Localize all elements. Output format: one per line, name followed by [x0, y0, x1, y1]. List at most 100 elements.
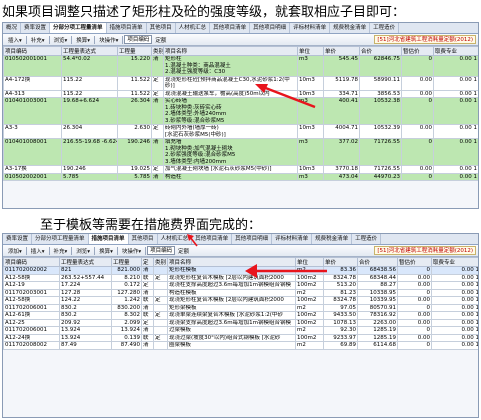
- cell-price: 8324.78: [323, 296, 358, 305]
- cell-fee: 0.00 1: [433, 55, 478, 77]
- table-row[interactable]: 010401008001 216.55-19.68 -6.624 190.246 清填…: [3, 138, 478, 166]
- tab-7[interactable]: 其他项目明细: [250, 23, 291, 33]
- tab-8[interactable]: 评标材料清单: [290, 23, 331, 33]
- column-header[interactable]: 单价: [323, 46, 360, 56]
- column-header[interactable]: 项目编码: [3, 257, 60, 267]
- table-row[interactable]: 011702006001 13.924 13.924 清过梁模板 m2 92.30 1285…: [3, 326, 478, 335]
- column-header[interactable]: 工程量表达式: [61, 46, 118, 56]
- tab-1[interactable]: 分部分项工程量清单: [32, 234, 89, 244]
- column-header[interactable]: 合价: [357, 257, 398, 267]
- table-row[interactable]: A12-25 209.92 2.099 定 现浇梁支撑高度超过3.6m每增加1m钢模组合…: [3, 318, 478, 327]
- tab-3[interactable]: 措施项目清单: [107, 23, 147, 33]
- column-header[interactable]: 暂估价: [397, 257, 432, 267]
- quota-button[interactable]: 定额: [152, 36, 169, 44]
- toolbar-button-1[interactable]: 插入▾: [28, 247, 48, 255]
- column-header[interactable]: 工程量: [111, 257, 142, 267]
- column-header[interactable]: 合价: [359, 46, 402, 56]
- cell-line: 3.墙体类型:内墙200mm: [165, 158, 227, 165]
- cell-price: 513.20: [323, 281, 358, 290]
- boq-panel: 概况 费率设置 分部分项工程量清单 措施项目清单 其他项目 人材机汇总 其他项目清单 其他项目…: [2, 22, 479, 209]
- toolbar-button-2[interactable]: 补充▾: [51, 247, 71, 255]
- cell-line: [水泥石灰砂浆M5(中砂)]: [165, 131, 226, 138]
- column-header[interactable]: 工程量: [117, 46, 152, 56]
- column-header[interactable]: 取费专业: [433, 46, 478, 56]
- tab-7[interactable]: 评标材料清单: [272, 234, 313, 244]
- tab-3[interactable]: 其他项目: [129, 234, 158, 244]
- cell-prov: 0.00: [401, 89, 434, 98]
- tab-bar: 概况 费率设置 分部分项工程量清单 措施项目清单 其他项目 人材机汇总 其他项目清单 其他项目…: [3, 23, 478, 34]
- tab-6[interactable]: 其他项目清单: [210, 23, 251, 33]
- tab-9[interactable]: 规费税金清单: [330, 23, 371, 33]
- cell-name: 矩形柱 1.混凝土种类：商品混凝土 2.混凝土强度等级：C30: [163, 55, 298, 77]
- table-row[interactable]: A12-24换 13.924 0.139 联定现浇过梁(坡度30°以内)组合式钢模板 …: [3, 333, 478, 342]
- cell-price: 4004.71: [323, 124, 360, 139]
- code-select[interactable]: 项目编码: [147, 246, 176, 255]
- tab-1[interactable]: 费率设置: [21, 23, 51, 33]
- column-header[interactable]: 类别: [153, 257, 168, 267]
- table-row[interactable]: A4-313 115.22 11.522 定现浇混凝土输送泵车，檐高(高度)50m以内…: [3, 89, 478, 98]
- column-header[interactable]: 定: [141, 257, 154, 267]
- tab-0[interactable]: 费率设置: [3, 234, 33, 244]
- toolbar-button-3[interactable]: 换算▾: [73, 36, 93, 44]
- toolbar-button-0[interactable]: 插入▾: [5, 36, 25, 44]
- tab-2[interactable]: 分部分项工程量清单: [50, 23, 107, 33]
- tab-0[interactable]: 概况: [3, 23, 22, 33]
- table-row[interactable]: 010401003001 19.68+6.624 26.304 清实心砖墙 1.砖块种类…: [3, 97, 478, 125]
- cell-type: [153, 318, 168, 327]
- cell-prov: 0.00: [397, 273, 432, 282]
- cell-price: 377.02: [323, 138, 360, 166]
- column-header[interactable]: 类别: [151, 46, 164, 56]
- tab-6[interactable]: 其他项目明细: [232, 234, 273, 244]
- cell-line: 3.砂浆等级:混合砂浆M5: [165, 117, 225, 124]
- cell-total: 10338.95: [357, 288, 398, 297]
- cell-unit: 100m2: [295, 281, 324, 290]
- table-row[interactable]: A12-19 17.224 0.172 定 现浇柱支撑高度超过3.6m每增加1m钢模组合…: [3, 281, 478, 290]
- cell-price: 1078.13: [323, 318, 358, 327]
- cell-code: A12-58换: [3, 273, 60, 282]
- table-row[interactable]: A3-3 26.304 2.630 定砖砌内外墙(墙厚一砖) [水泥石灰砂浆M5(中砂)…: [3, 124, 478, 139]
- tab-4[interactable]: 其他项目: [147, 23, 176, 33]
- table-row[interactable]: A12-61换 830.2 8.302 联定现浇单梁连续梁复合木模板 [水泥砂浆1:2…: [3, 311, 478, 320]
- table-row[interactable]: A4-172换 115.22 11.522 定现浇矩形柱砼[预拌商品混凝土C30,水泥…: [3, 75, 478, 91]
- toolbar-button-4[interactable]: 块操作▾: [96, 36, 121, 44]
- toolbar-button-1[interactable]: 补充▾: [28, 36, 48, 44]
- tab-9[interactable]: 工程造价: [352, 234, 382, 244]
- column-header[interactable]: 单位: [297, 46, 324, 56]
- toolbar-button-0[interactable]: 添加▾: [5, 247, 25, 255]
- table-row[interactable]: 011702006001 830.2 830.200 清 矩形梁模板 m2 97.05 805…: [3, 303, 478, 312]
- cell-prov: 0: [401, 138, 434, 166]
- tab-8[interactable]: 规费税金清单: [312, 234, 353, 244]
- cell-qty: 15.220: [117, 55, 152, 77]
- cell-prov: 0: [401, 55, 434, 77]
- table-row[interactable]: A12-58换 124.22 1.242 联定现浇矩形柱复合木模板 [2层以内建筑面积…: [3, 296, 478, 305]
- red-arrow-icon: [255, 84, 316, 109]
- table-row[interactable]: 011702003001 127.28 127.280 清 构造柱模板 m2 81.23 10…: [3, 288, 478, 297]
- column-header[interactable]: 项目编码: [3, 46, 62, 56]
- column-header[interactable]: 取费专业: [431, 257, 478, 267]
- cell-expr: 216.55-19.68 -6.624: [61, 138, 118, 166]
- code-select[interactable]: 项目编码: [124, 35, 153, 44]
- cell-fee: 0.00 1: [431, 326, 478, 335]
- tab-5[interactable]: 人材机汇总: [176, 23, 211, 33]
- table-row[interactable]: 010502001001 54.4*0.02 15.220 清矩形柱 1.混凝土种类：商…: [3, 55, 478, 77]
- cell-type: [153, 341, 168, 350]
- toolbar-button-4[interactable]: 换算▾: [96, 247, 116, 255]
- measures-panel: 费率设置 分部分项工程量清单 措施项目清单 其他项目 人材机汇总 其他项目清单 其他项目明细…: [2, 233, 479, 418]
- table-row[interactable]: A3-17换 190.246 19.025 定加气混凝土砌块墙 [水泥石灰砂浆M5(中…: [3, 165, 478, 174]
- tab-10[interactable]: 工程造价: [370, 23, 400, 33]
- cell-fee: 0.00 1: [431, 311, 478, 320]
- cell-type: 清: [151, 55, 164, 77]
- column-header[interactable]: 工程量表达式: [59, 257, 112, 267]
- cell-code: A12-58换: [3, 296, 60, 305]
- toolbar-button-3[interactable]: 浏览▾: [73, 247, 93, 255]
- column-header[interactable]: 项目名称: [163, 46, 298, 56]
- cell-qty: 1.242: [111, 296, 142, 305]
- column-header[interactable]: 暂估价: [401, 46, 434, 56]
- table-row[interactable]: 010502002001 5.785 5.785 清构造柱 m3 473.04 44970.…: [3, 172, 478, 181]
- toolbar-button-5[interactable]: 块操作▾: [119, 247, 144, 255]
- cell-unit: m3: [297, 55, 324, 77]
- toolbar-button-2[interactable]: 浏览▾: [51, 36, 71, 44]
- tab-2[interactable]: 措施项目清单: [88, 234, 129, 244]
- table-row[interactable]: 011702008002 87.49 87.490 清 圈梁模板 m2 69.89 6114.…: [3, 341, 478, 350]
- cell-qty: 26.304: [117, 97, 152, 125]
